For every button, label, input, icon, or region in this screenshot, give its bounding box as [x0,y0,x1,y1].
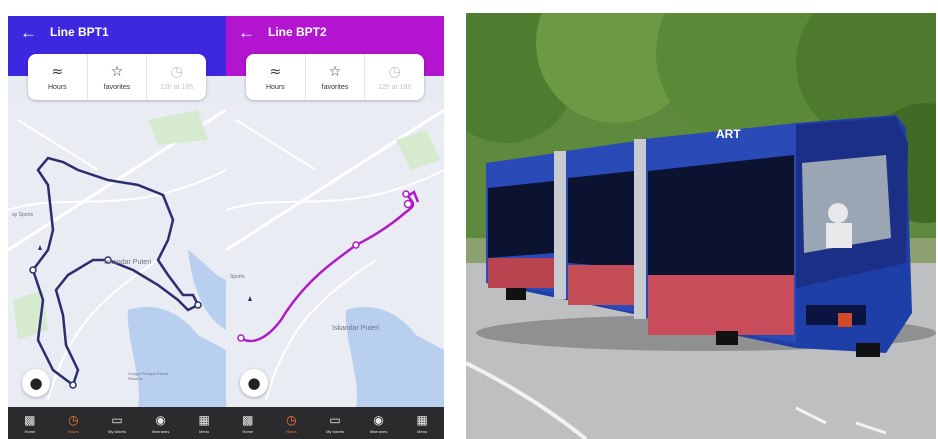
nav-menu[interactable]: ▦ Menu [182,407,226,439]
route-map[interactable] [226,100,444,407]
map-label: Sports [230,274,245,280]
next-departure-chip[interactable]: ◷ 12h at 18h [365,54,424,100]
clock-schedule-icon: ≈ [51,64,64,80]
clock-icon: ◷ [68,412,79,427]
favorites-chip[interactable]: ☆ favorites [88,54,148,100]
nav-itineraries[interactable]: ◉ Itineraries [357,407,401,439]
clock-icon: ◷ [170,64,183,80]
bottom-nav: ▩ Home ◷ Hours ▭ My tickets ◉ Itinerarie… [8,407,226,439]
map-label: Sungai Perepat Forest Reserve [128,371,169,381]
bus-icon: ▩ [242,412,254,427]
bottom-nav: ▩ Home ◷ Hours ▭ My tickets ◉ Itinerarie… [226,407,444,439]
nav-hours[interactable]: ◷ Hours [52,407,96,439]
nav-my-tickets[interactable]: ▭ My tickets [95,407,139,439]
route-stop[interactable] [69,381,77,389]
back-arrow-icon[interactable]: ← [20,22,42,44]
page-title: Line BPT1 [50,25,109,39]
route-stop[interactable] [352,241,360,249]
clock-icon: ◷ [286,412,297,427]
nav-menu[interactable]: ▦ Menu [400,407,444,439]
route-stop[interactable] [194,301,202,309]
clock-schedule-icon: ≈ [269,64,282,80]
hours-chip[interactable]: ≈ Hours [28,54,88,100]
nav-my-tickets[interactable]: ▭ My tickets [313,407,357,439]
star-icon: ☆ [110,64,124,80]
hours-chip[interactable]: ≈ Hours [246,54,306,100]
map-label: ay Sports [12,212,34,218]
app-screen-line-bpt2: ← Line BPT2 Iskandar Puteri Sports ≈ Hou… [226,16,444,439]
map-label: Iskandar Puteri [104,259,152,266]
tram-livery-text: ART [716,127,741,141]
grid-menu-icon: ▦ [416,412,428,427]
user-location-icon[interactable]: ● [22,369,50,397]
bus-icon: ▩ [24,412,36,427]
page-title: Line BPT2 [268,25,327,39]
nav-home[interactable]: ▩ Home [226,407,270,439]
route-stop[interactable] [403,199,413,209]
route-stop[interactable] [29,266,37,274]
nav-home[interactable]: ▩ Home [8,407,52,439]
favorites-chip[interactable]: ☆ favorites [306,54,366,100]
clock-icon: ◷ [388,64,401,80]
nav-itineraries[interactable]: ◉ Itineraries [139,407,183,439]
next-departure-chip[interactable]: ◷ 12h at 18h [147,54,206,100]
back-arrow-icon[interactable]: ← [238,22,260,44]
app-screen-line-bpt1: ← Line BPT1 Iskandar Puteri ay Sports Su… [8,16,226,439]
quick-actions-card: ≈ Hours ☆ favorites ◷ 12h at 18h [28,54,206,100]
nav-hours[interactable]: ◷ Hours [270,407,314,439]
route-map[interactable] [8,100,226,407]
tram-photo: ART [466,13,936,439]
pins-icon: ◉ [373,412,384,427]
map-label: Iskandar Puteri [332,325,380,332]
quick-actions-card: ≈ Hours ☆ favorites ◷ 12h at 18h [246,54,424,100]
route-stop[interactable] [237,334,245,342]
grid-menu-icon: ▦ [198,412,210,427]
star-icon: ☆ [328,64,342,80]
pins-icon: ◉ [155,412,166,427]
route-stop[interactable] [402,190,410,198]
ticket-icon: ▭ [111,412,123,427]
ticket-icon: ▭ [329,412,341,427]
user-location-icon[interactable]: ● [240,369,268,397]
